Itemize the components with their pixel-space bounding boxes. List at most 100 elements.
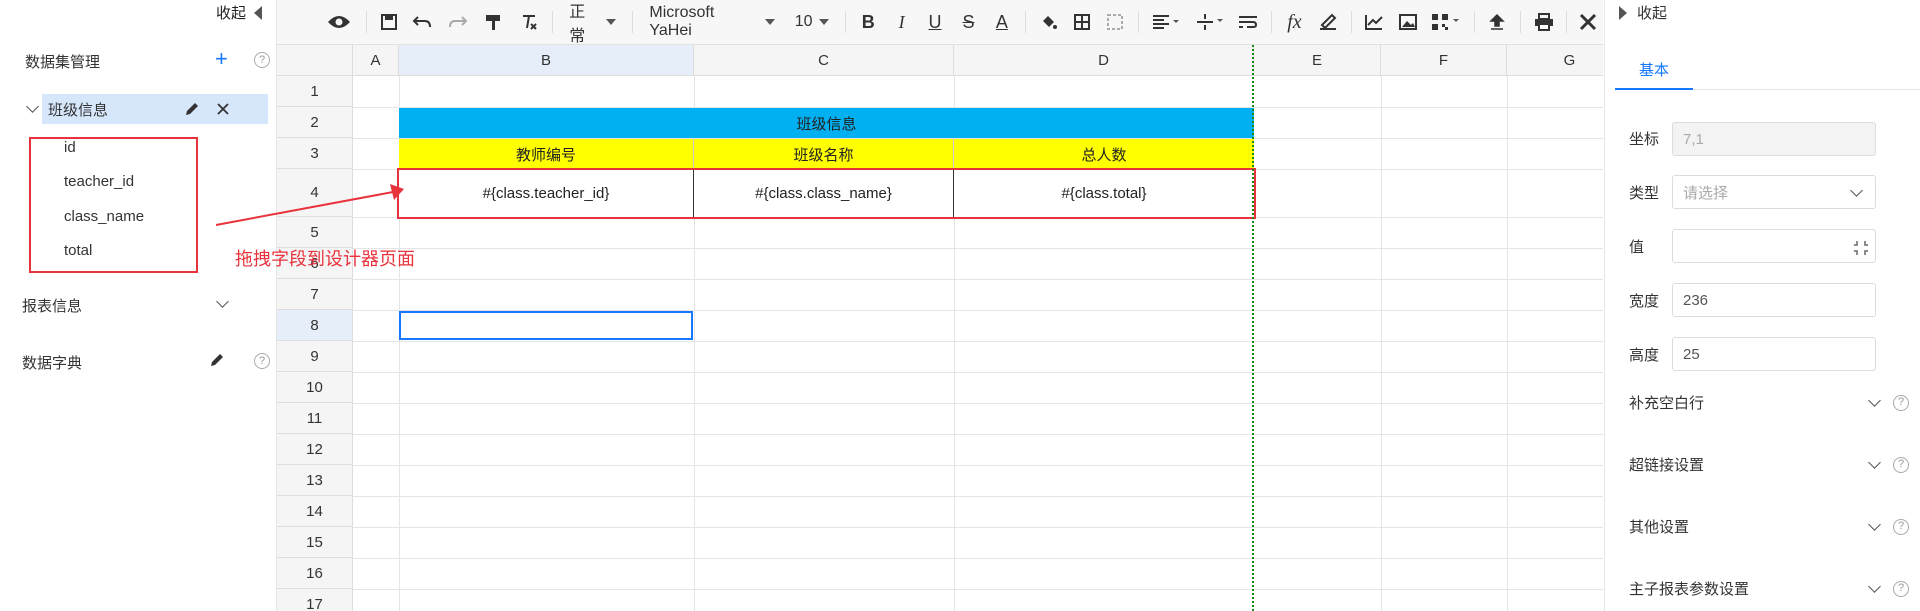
chevron-down-icon[interactable] (26, 100, 39, 113)
add-dataset-icon[interactable]: + (215, 48, 228, 70)
column-header-a[interactable]: A (353, 45, 399, 76)
header-cell-class-name[interactable]: 班级名称 (694, 139, 954, 169)
row-header-14[interactable]: 14 (277, 496, 353, 527)
column-header-g[interactable]: G (1507, 45, 1603, 76)
help-icon[interactable]: ? (254, 52, 270, 68)
row-header-7[interactable]: 7 (277, 279, 353, 310)
help-icon[interactable]: ? (1893, 456, 1909, 473)
section-label: 超链接设置 (1629, 457, 1705, 474)
row-header-2[interactable]: 2 (277, 107, 353, 138)
width-input[interactable]: 236 (1672, 283, 1876, 317)
value-input[interactable] (1672, 229, 1876, 263)
column-header-c[interactable]: C (694, 45, 954, 76)
column-header-e[interactable]: E (1254, 45, 1381, 76)
title-cell[interactable]: 班级信息 (399, 108, 1254, 138)
chart-icon[interactable] (1358, 0, 1391, 44)
clear-format-icon[interactable] (511, 0, 546, 44)
save-icon[interactable] (373, 0, 404, 44)
column-header-d[interactable]: D (954, 45, 1254, 76)
tools-icon[interactable] (1573, 0, 1602, 44)
sign-icon[interactable] (1311, 0, 1344, 44)
italic-icon[interactable]: I (885, 0, 918, 44)
report-info-section[interactable]: 报表信息 (22, 295, 82, 316)
row-header-1[interactable]: 1 (277, 76, 353, 107)
help-icon[interactable]: ? (1893, 518, 1909, 535)
upload-icon[interactable] (1481, 0, 1514, 44)
edit-icon[interactable] (184, 101, 200, 117)
right-collapse-button[interactable]: 收起 (1619, 2, 1667, 23)
row-header-16[interactable]: 16 (277, 558, 353, 589)
row-header-12[interactable]: 12 (277, 434, 353, 465)
type-placeholder: 请选择 (1683, 184, 1729, 202)
spreadsheet[interactable]: A B C D E F G 1 2 3 4 5 6 7 8 9 10 11 12… (277, 45, 1603, 611)
collapse-label: 收起 (215, 5, 246, 22)
edit-icon[interactable] (209, 352, 225, 368)
corner-cell[interactable] (277, 45, 353, 76)
redo-icon[interactable] (440, 0, 475, 44)
style-select[interactable]: 正常 (569, 0, 617, 46)
print-icon[interactable] (1527, 0, 1560, 44)
row-header-8[interactable]: 8 (277, 310, 353, 341)
underline-icon[interactable]: U (918, 0, 951, 44)
grid-line (1381, 76, 1382, 611)
toolbar-divider (1473, 11, 1475, 33)
fill-color-icon[interactable] (1032, 0, 1065, 44)
align-icon[interactable] (1145, 0, 1188, 44)
row-header-15[interactable]: 15 (277, 527, 353, 558)
row-header-10[interactable]: 10 (277, 372, 353, 403)
field-item-teacher-id[interactable]: teacher_id (64, 173, 134, 190)
coord-input: 7,1 (1672, 122, 1876, 156)
dataset-item[interactable]: 班级信息 (24, 94, 276, 124)
header-cell-text: 总人数 (1081, 146, 1127, 164)
font-color-icon[interactable]: A (985, 0, 1018, 44)
row-header-11[interactable]: 11 (277, 403, 353, 434)
help-icon[interactable]: ? (254, 353, 270, 369)
selected-cell[interactable] (399, 311, 693, 340)
header-cell-teacher-id[interactable]: 教师编号 (399, 139, 694, 169)
valign-icon[interactable] (1188, 0, 1231, 44)
column-header-f[interactable]: F (1381, 45, 1507, 76)
help-icon[interactable]: ? (1893, 580, 1909, 597)
left-collapse-button[interactable]: 收起 (216, 2, 262, 23)
font-select[interactable]: Microsoft YaHei (649, 4, 775, 40)
strikethrough-icon[interactable]: S (952, 0, 985, 44)
width-value: 236 (1683, 291, 1709, 309)
row-header-17[interactable]: 17 (277, 589, 353, 611)
column-header-b[interactable]: B (399, 45, 694, 76)
preview-icon[interactable] (317, 0, 360, 44)
merge-icon[interactable] (1098, 0, 1131, 44)
font-size-select[interactable]: 10 (795, 13, 829, 31)
tab-basic[interactable]: 基本 (1615, 51, 1693, 90)
row-header-9[interactable]: 9 (277, 341, 353, 372)
grid-line (353, 434, 1603, 435)
dictionary-section[interactable]: 数据字典 (22, 352, 82, 373)
section-hyperlink[interactable]: 超链接设置 ? (1629, 454, 1909, 475)
dataset-name-row[interactable]: 班级信息 (42, 94, 268, 124)
image-icon[interactable] (1391, 0, 1424, 44)
row-header-13[interactable]: 13 (277, 465, 353, 496)
field-item-id[interactable]: id (64, 139, 76, 156)
close-icon[interactable] (216, 102, 230, 116)
grid-line (353, 465, 1603, 466)
collapse-expand-icon[interactable] (1854, 240, 1868, 256)
bold-icon[interactable]: B (852, 0, 885, 44)
type-label: 类型 (1629, 185, 1660, 202)
help-icon[interactable]: ? (1893, 394, 1909, 411)
field-item-total[interactable]: total (64, 242, 92, 259)
type-select[interactable]: 请选择 (1672, 175, 1876, 209)
caret-down-icon (606, 19, 617, 25)
row-header-3[interactable]: 3 (277, 138, 353, 169)
section-subreport-params[interactable]: 主子报表参数设置 ? (1629, 578, 1909, 599)
chevron-down-icon[interactable] (216, 295, 229, 308)
height-input[interactable]: 25 (1672, 337, 1876, 371)
border-icon[interactable] (1065, 0, 1098, 44)
section-other[interactable]: 其他设置 ? (1629, 516, 1909, 537)
undo-icon[interactable] (405, 0, 440, 44)
wrap-icon[interactable] (1231, 0, 1264, 44)
format-painter-icon[interactable] (475, 0, 510, 44)
field-item-class-name[interactable]: class_name (64, 208, 144, 225)
header-cell-total[interactable]: 总人数 (954, 139, 1254, 169)
section-blank-rows[interactable]: 补充空白行 ? (1629, 392, 1909, 413)
qrcode-icon[interactable] (1424, 0, 1467, 44)
formula-icon[interactable]: fx (1278, 0, 1311, 44)
